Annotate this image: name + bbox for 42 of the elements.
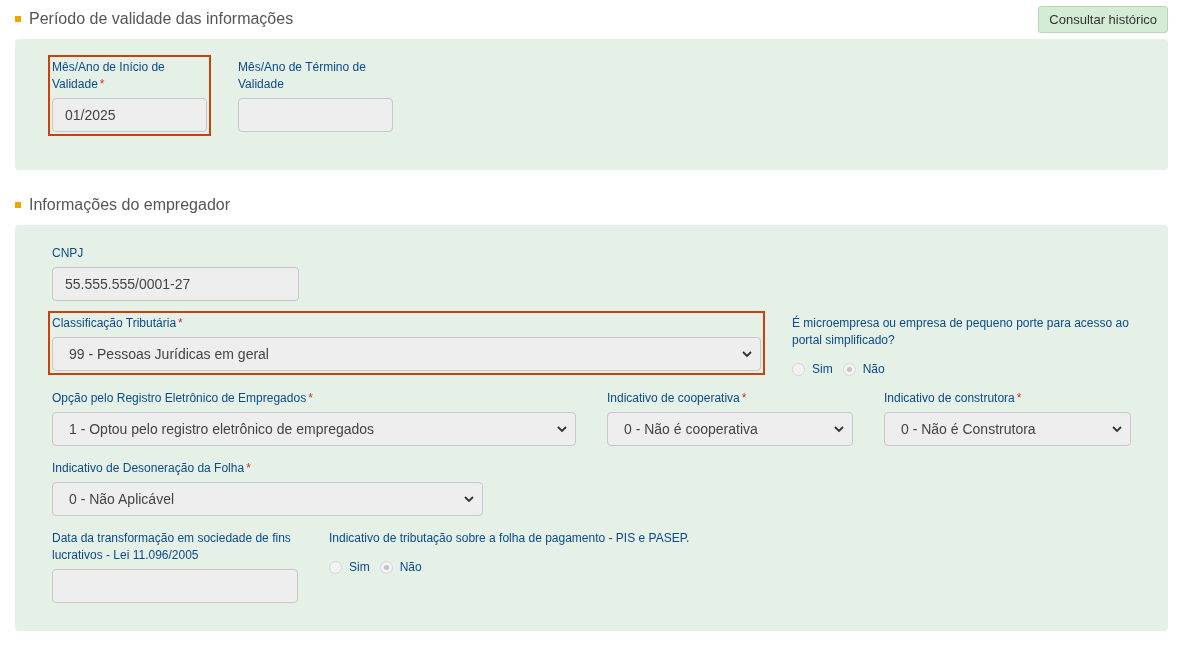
radio-option[interactable]: Sim — [792, 362, 833, 376]
field-label: Opção pelo Registro Eletrônico de Empregados * — [52, 390, 314, 407]
select-field[interactable]: 0 - Não Aplicável — [52, 482, 483, 516]
section-bullet-icon — [15, 202, 21, 208]
field-label: Mês/Ano de Término de Validade — [238, 59, 367, 93]
text-field[interactable] — [52, 569, 298, 603]
radio-button[interactable] — [792, 362, 805, 376]
radio-option[interactable]: Sim — [329, 560, 370, 574]
chevron-down-icon — [464, 495, 474, 503]
radio-button[interactable] — [842, 362, 856, 376]
chevron-down-icon — [557, 425, 567, 433]
field-label: Data da transformação em sociedade de fins lucrativos - Lei 11.096/2005 — [52, 530, 292, 564]
select-field[interactable]: 99 - Pessoas Jurídicas em geral — [52, 337, 761, 371]
select-field[interactable]: 0 - Não é cooperativa — [607, 412, 853, 446]
radio-option[interactable]: Não — [842, 362, 885, 376]
radio-label: Não — [862, 362, 885, 376]
radio-option[interactable]: Não — [379, 560, 422, 574]
section-bullet-icon — [15, 16, 21, 22]
field-label: Indicativo de tributação sobre a folha de pagamento - PIS e PASEP. — [329, 530, 691, 547]
field-label: Classificação Tributária * — [52, 315, 184, 332]
field-label: É microempresa ou empresa de pequeno porte para acesso ao portal simplificado? — [792, 315, 1130, 349]
section-title: Período de validade das informações — [29, 10, 294, 28]
radio-label: Não — [399, 560, 422, 574]
select-field[interactable]: 1 - Optou pelo registro eletrônico de empregados — [52, 412, 576, 446]
radio-button[interactable] — [379, 560, 393, 574]
radio-button[interactable] — [329, 560, 342, 574]
radio-label: Sim — [349, 560, 370, 574]
chevron-down-icon — [834, 425, 844, 433]
field-label: CNPJ — [52, 245, 85, 262]
field-label: Mês/Ano de Início de Validade * — [52, 59, 166, 93]
history-button[interactable]: Consultar histórico — [1038, 5, 1168, 33]
select-field[interactable]: 0 - Não é Construtora — [884, 412, 1131, 446]
section-title: Informações do empregador — [29, 196, 230, 214]
field-label: Indicativo de cooperativa * — [607, 390, 748, 407]
text-field[interactable] — [238, 98, 393, 132]
field-label: Indicativo de Desoneração da Folha * — [52, 460, 252, 477]
chevron-down-icon — [1112, 425, 1122, 433]
text-field[interactable]: 55.555.555/0001-27 — [52, 267, 299, 301]
chevron-down-icon — [742, 350, 752, 358]
text-field[interactable]: 01/2025 — [52, 98, 207, 132]
field-label: Indicativo de construtora * — [884, 390, 1023, 407]
radio-label: Sim — [812, 362, 833, 376]
